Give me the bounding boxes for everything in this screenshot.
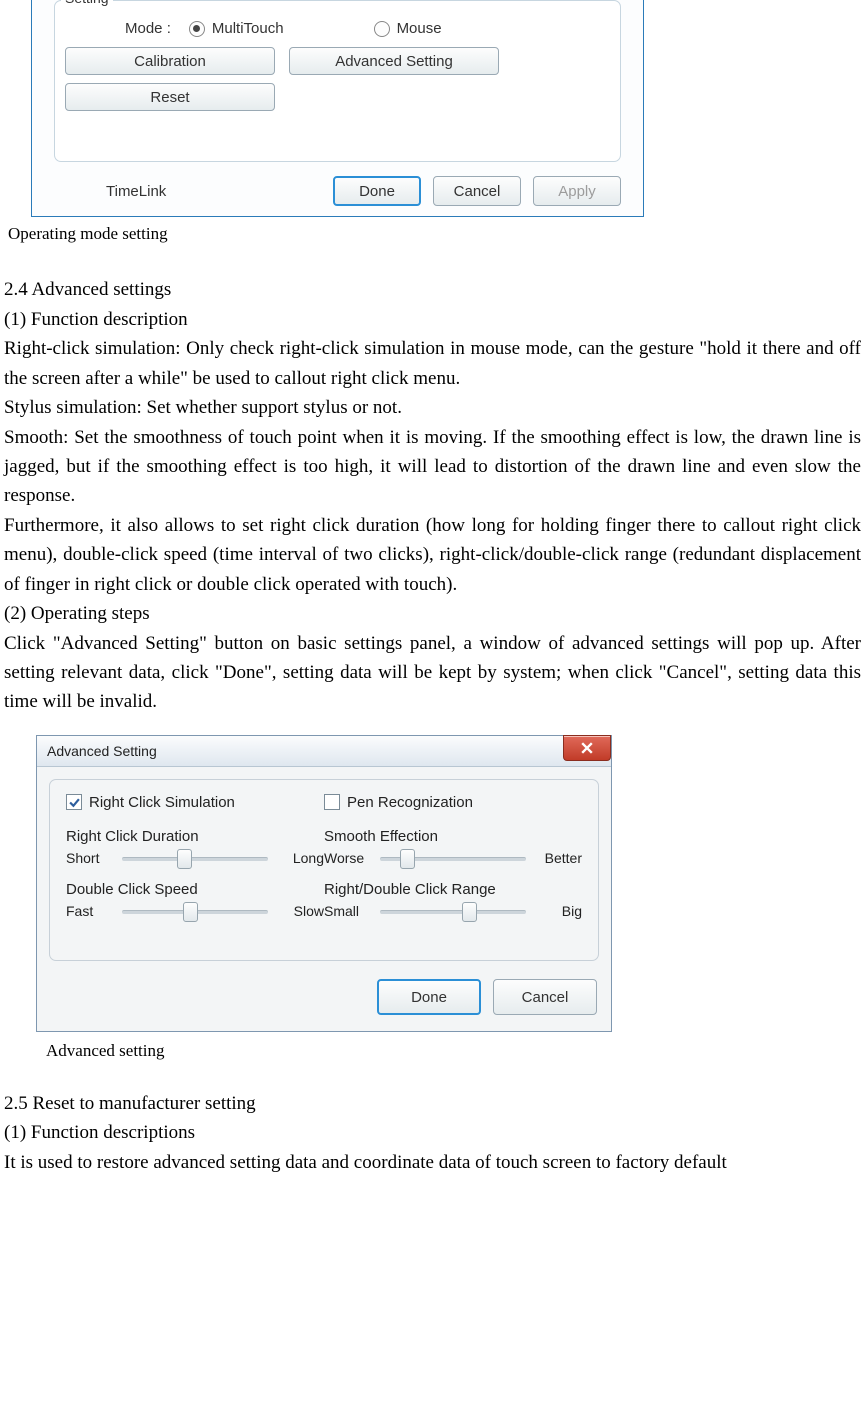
advanced-cancel-button[interactable]: Cancel: [493, 979, 597, 1015]
label-smooth-effection: Smooth Effection: [324, 828, 582, 845]
slider-right-click-duration[interactable]: [122, 849, 268, 867]
advanced-inner-box: Right Click Simulation Pen Recognization…: [49, 779, 599, 962]
section-2-4-title: 2.4 Advanced settings: [4, 275, 861, 304]
advanced-setting-dialog: Advanced Setting Right Click Simulation …: [36, 735, 612, 1033]
section-2-4-p4: Furthermore, it also allows to set right…: [4, 511, 861, 599]
section-2-4-p3: Smooth: Set the smoothness of touch poin…: [4, 423, 861, 511]
reset-button[interactable]: Reset: [65, 83, 275, 111]
radio-multitouch-label: MultiTouch: [212, 20, 284, 37]
section-2-5-sub1: (1) Function descriptions: [4, 1118, 861, 1147]
cancel-button[interactable]: Cancel: [433, 176, 521, 206]
checkbox-pen-recognization-label: Pen Recognization: [347, 794, 473, 811]
apply-button: Apply: [533, 176, 621, 206]
range-small-label: Small: [324, 903, 374, 919]
label-right-click-duration: Right Click Duration: [66, 828, 324, 845]
label-right-double-click-range: Right/Double Click Range: [324, 881, 582, 898]
section-2-4-sub2: (2) Operating steps: [4, 599, 861, 628]
radio-mouse-label: Mouse: [397, 20, 442, 37]
section-2-5-title: 2.5 Reset to manufacturer setting: [4, 1089, 861, 1118]
section-2-4-sub1: (1) Function description: [4, 305, 861, 334]
done-button[interactable]: Done: [333, 176, 421, 206]
range-big-label: Big: [532, 903, 582, 919]
section-2-5-p1: It is used to restore advanced setting d…: [4, 1148, 861, 1177]
section-2-4-p2: Stylus simulation: Set whether support s…: [4, 393, 861, 422]
figure2-caption: Advanced setting: [46, 1038, 861, 1064]
dcs-slow-label: Slow: [274, 903, 324, 919]
mode-label: Mode :: [125, 20, 171, 37]
radio-mouse[interactable]: Mouse: [374, 20, 442, 37]
calibration-button[interactable]: Calibration: [65, 47, 275, 75]
slider-right-double-click-range[interactable]: [380, 902, 526, 920]
close-button[interactable]: [563, 735, 611, 761]
setting-groupbox: Setting Mode : MultiTouch Mouse Calibrat…: [54, 0, 621, 162]
smooth-better-label: Better: [532, 850, 582, 866]
advanced-setting-button[interactable]: Advanced Setting: [289, 47, 499, 75]
checkbox-pen-recognization[interactable]: Pen Recognization: [324, 794, 473, 811]
checkbox-right-click-sim-label: Right Click Simulation: [89, 794, 235, 811]
groupbox-title: Setting: [61, 0, 113, 6]
checkbox-right-click-sim[interactable]: Right Click Simulation: [66, 794, 235, 811]
dialog-bottom-row: TimeLink Done Cancel Apply: [54, 176, 621, 206]
section-2-4-p1: Right-click simulation: Only check right…: [4, 334, 861, 393]
titlebar: Advanced Setting: [37, 736, 611, 767]
dialog-title: Advanced Setting: [47, 743, 157, 759]
figure1-caption: Operating mode setting: [8, 221, 861, 247]
section-2-4-p5: Click "Advanced Setting" button on basic…: [4, 629, 861, 717]
mode-row: Mode : MultiTouch Mouse: [125, 20, 610, 37]
setting-dialog: Setting Mode : MultiTouch Mouse Calibrat…: [31, 0, 644, 217]
close-icon: [581, 742, 593, 754]
slider-double-click-speed[interactable]: [122, 902, 268, 920]
smooth-worse-label: Worse: [324, 850, 374, 866]
label-double-click-speed: Double Click Speed: [66, 881, 324, 898]
radio-multitouch[interactable]: MultiTouch: [189, 20, 284, 37]
dcs-fast-label: Fast: [66, 903, 116, 919]
slider-smooth-effection[interactable]: [380, 849, 526, 867]
brand-label: TimeLink: [106, 183, 166, 200]
advanced-done-button[interactable]: Done: [377, 979, 481, 1015]
check-icon: [69, 797, 80, 808]
duration-long-label: Long: [274, 850, 324, 866]
duration-short-label: Short: [66, 850, 116, 866]
